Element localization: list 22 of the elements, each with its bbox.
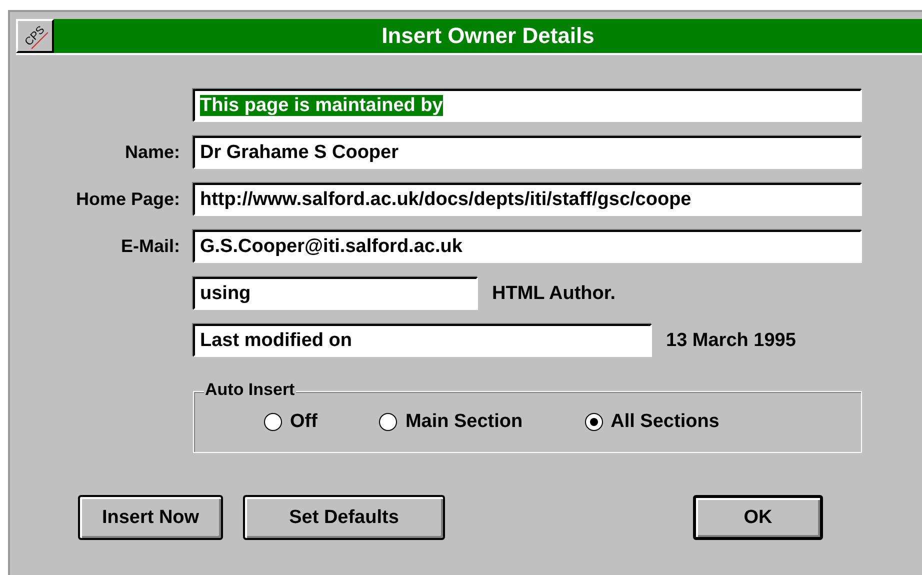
radio-option[interactable]: Main Section <box>379 411 523 433</box>
radio-button[interactable] <box>584 413 603 431</box>
dialog-button[interactable]: OK <box>693 495 823 540</box>
date-text: 13 March 1995 <box>666 330 796 352</box>
system-menu-button[interactable]: CPS <box>16 19 54 53</box>
field-label: Home Page: <box>74 189 180 210</box>
radio-button[interactable] <box>264 413 282 431</box>
radio-button[interactable] <box>379 413 398 431</box>
input-field[interactable]: This page is maintained by <box>193 89 862 122</box>
window-title: Insert Owner Details <box>380 23 596 49</box>
field-suffix: HTML Author. <box>492 282 616 304</box>
radio-option[interactable]: Off <box>264 411 318 433</box>
field-label: E-Mail: <box>120 236 180 257</box>
input-field[interactable]: G.S.Cooper@iti.salford.ac.uk <box>193 230 862 263</box>
dialog-button[interactable]: Insert Now <box>78 495 223 540</box>
field-label: Name: <box>124 142 180 163</box>
radio-option[interactable]: All Sections <box>584 411 720 433</box>
input-field[interactable]: http://www.salford.ac.uk/docs/depts/iti/staff/gsc/coope <box>193 183 862 216</box>
input-field[interactable]: Dr Grahame S Cooper <box>193 136 862 169</box>
input-field[interactable]: Last modified on <box>193 324 652 357</box>
input-field[interactable]: using <box>193 277 478 310</box>
dialog-button[interactable]: Set Defaults <box>243 495 445 540</box>
